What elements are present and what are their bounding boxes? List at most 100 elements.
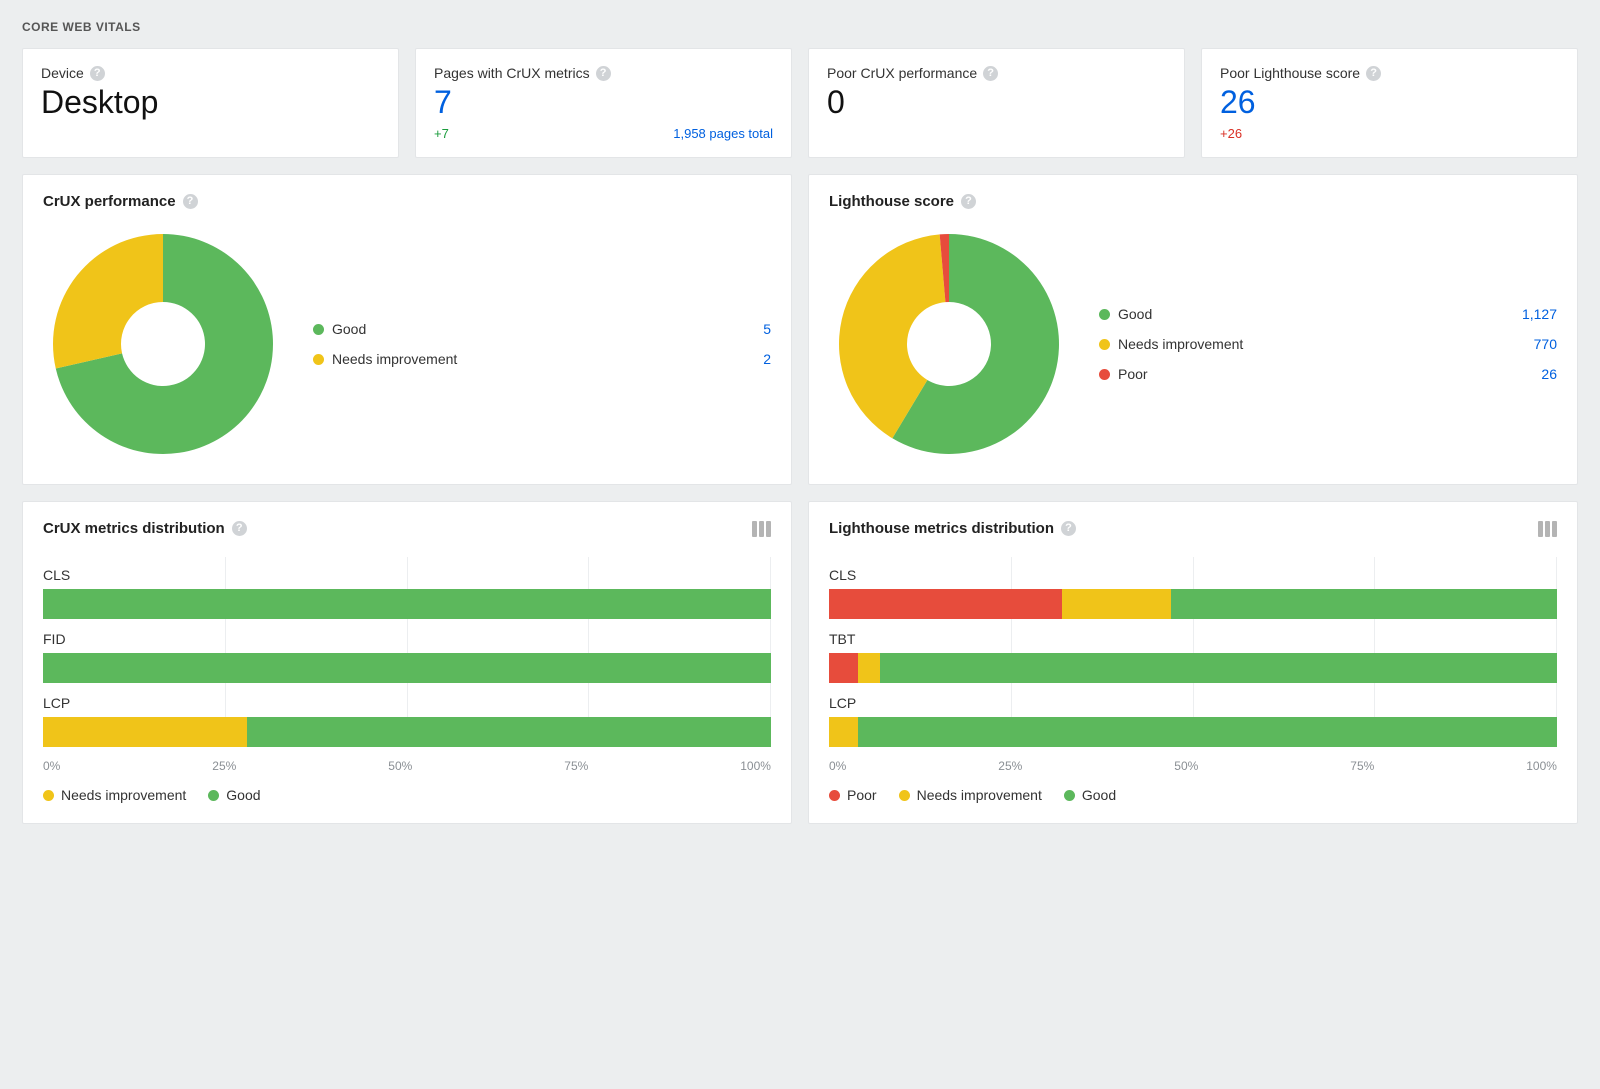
donut-slice[interactable]: [53, 234, 163, 368]
card-label: Poor CrUX performance ?: [827, 65, 1166, 81]
panel-title-text: CrUX metrics distribution: [43, 520, 225, 537]
legend-item[interactable]: Needs improvement: [899, 787, 1042, 803]
kpi-cards-row: Device ? Desktop Pages with CrUX metrics…: [22, 48, 1578, 158]
legend-label: Needs improvement: [61, 787, 186, 803]
metric-row: CLS: [829, 557, 1557, 621]
legend-label: Good: [332, 321, 366, 337]
bar-segment-need[interactable]: [43, 717, 247, 747]
legend-dot: [829, 790, 840, 801]
bar-segment-good[interactable]: [43, 653, 771, 683]
legend-dot: [313, 354, 324, 365]
legend-dot: [899, 790, 910, 801]
bar-segment-need[interactable]: [858, 653, 880, 683]
legend-dot: [1064, 790, 1075, 801]
help-icon[interactable]: ?: [1366, 66, 1381, 81]
legend-label: Needs improvement: [1118, 336, 1243, 352]
bar-segment-good[interactable]: [247, 717, 771, 747]
legend-row[interactable]: Good 1,127: [1099, 306, 1557, 322]
panel-title-text: CrUX performance: [43, 193, 176, 210]
card-delta: +7: [434, 126, 449, 141]
legend-label: Poor: [847, 787, 877, 803]
legend-dot: [1099, 309, 1110, 320]
stacked-bar[interactable]: [43, 717, 771, 747]
distribution-chart: CLSTBTLCP0%25%50%75%100%PoorNeeds improv…: [829, 551, 1557, 803]
help-icon[interactable]: ?: [961, 194, 976, 209]
card-value: Desktop: [41, 85, 380, 120]
help-icon[interactable]: ?: [183, 194, 198, 209]
card-label-text: Poor CrUX performance: [827, 65, 977, 81]
help-icon[interactable]: ?: [596, 66, 611, 81]
legend-value[interactable]: 5: [763, 321, 771, 337]
legend-dot: [1099, 369, 1110, 380]
metric-name: CLS: [829, 567, 1557, 583]
legend-label: Poor: [1118, 366, 1148, 382]
legend-value[interactable]: 2: [763, 351, 771, 367]
legend-item[interactable]: Poor: [829, 787, 877, 803]
metric-name: FID: [43, 631, 771, 647]
bar-segment-need[interactable]: [1062, 589, 1171, 619]
columns-icon[interactable]: [752, 521, 771, 537]
donut-legend: Good 5 Needs improvement2: [313, 321, 771, 367]
bar-segment-good[interactable]: [43, 589, 771, 619]
legend-label: Good: [226, 787, 260, 803]
metric-name: CLS: [43, 567, 771, 583]
metric-row: CLS: [43, 557, 771, 621]
help-icon[interactable]: ?: [90, 66, 105, 81]
card-sub: +7 1,958 pages total: [434, 126, 773, 141]
axis-tick: 50%: [388, 759, 412, 773]
panel-title: Lighthouse metrics distribution ?: [829, 520, 1076, 537]
stacked-bar[interactable]: [829, 653, 1557, 683]
legend-row[interactable]: Needs improvement2: [313, 351, 771, 367]
axis-tick: 100%: [1526, 759, 1557, 773]
bar-segment-good[interactable]: [858, 717, 1557, 747]
x-axis: 0%25%50%75%100%: [43, 759, 771, 773]
panel-lighthouse-distribution: Lighthouse metrics distribution ? CLS TBT…: [808, 501, 1578, 824]
metric-name: TBT: [829, 631, 1557, 647]
stacked-bar[interactable]: [43, 589, 771, 619]
card-value[interactable]: 7: [434, 85, 773, 120]
stacked-bar[interactable]: [829, 717, 1557, 747]
columns-icon[interactable]: [1538, 521, 1557, 537]
bar-segment-need[interactable]: [829, 717, 858, 747]
axis-tick: 25%: [212, 759, 236, 773]
card-poor-crux: Poor CrUX performance ? 0: [808, 48, 1185, 158]
card-delta: +26: [1220, 126, 1242, 141]
bar-segment-poor[interactable]: [829, 589, 1062, 619]
panel-crux-distribution: CrUX metrics distribution ? CLSFIDLCP0%2…: [22, 501, 792, 824]
legend-value[interactable]: 770: [1534, 336, 1557, 352]
legend-item[interactable]: Good: [1064, 787, 1116, 803]
bar-segment-good[interactable]: [1171, 589, 1557, 619]
bar-segment-good[interactable]: [880, 653, 1557, 683]
legend-label: Good: [1082, 787, 1116, 803]
card-extra-link[interactable]: 1,958 pages total: [673, 126, 773, 141]
card-device: Device ? Desktop: [22, 48, 399, 158]
card-value[interactable]: 26: [1220, 85, 1559, 120]
donut-panels-row: CrUX performance ? Good 5 Needs improvemen…: [22, 174, 1578, 485]
card-poor-lighthouse: Poor Lighthouse score ? 26 +26: [1201, 48, 1578, 158]
legend-row[interactable]: Needs improvement 770: [1099, 336, 1557, 352]
legend-label: Good: [1118, 306, 1152, 322]
legend-value[interactable]: 26: [1541, 366, 1557, 382]
stacked-bar[interactable]: [829, 589, 1557, 619]
bar-segment-poor[interactable]: [829, 653, 858, 683]
legend-item[interactable]: Needs improvement: [43, 787, 186, 803]
metric-row: TBT: [829, 621, 1557, 685]
legend-value[interactable]: 1,127: [1522, 306, 1557, 322]
panel-title: CrUX performance ?: [43, 193, 198, 210]
distribution-legend: Needs improvement Good: [43, 787, 771, 803]
metric-name: LCP: [829, 695, 1557, 711]
legend-dot: [313, 324, 324, 335]
help-icon[interactable]: ?: [232, 521, 247, 536]
stacked-bar[interactable]: [43, 653, 771, 683]
axis-tick: 0%: [829, 759, 846, 773]
axis-tick: 25%: [998, 759, 1022, 773]
legend-row[interactable]: Good 5: [313, 321, 771, 337]
axis-tick: 50%: [1174, 759, 1198, 773]
legend-row[interactable]: Poor 26: [1099, 366, 1557, 382]
card-value: 0: [827, 85, 1166, 120]
metric-row: FID: [43, 621, 771, 685]
legend-item[interactable]: Good: [208, 787, 260, 803]
help-icon[interactable]: ?: [1061, 521, 1076, 536]
metric-row: LCP: [43, 685, 771, 749]
help-icon[interactable]: ?: [983, 66, 998, 81]
